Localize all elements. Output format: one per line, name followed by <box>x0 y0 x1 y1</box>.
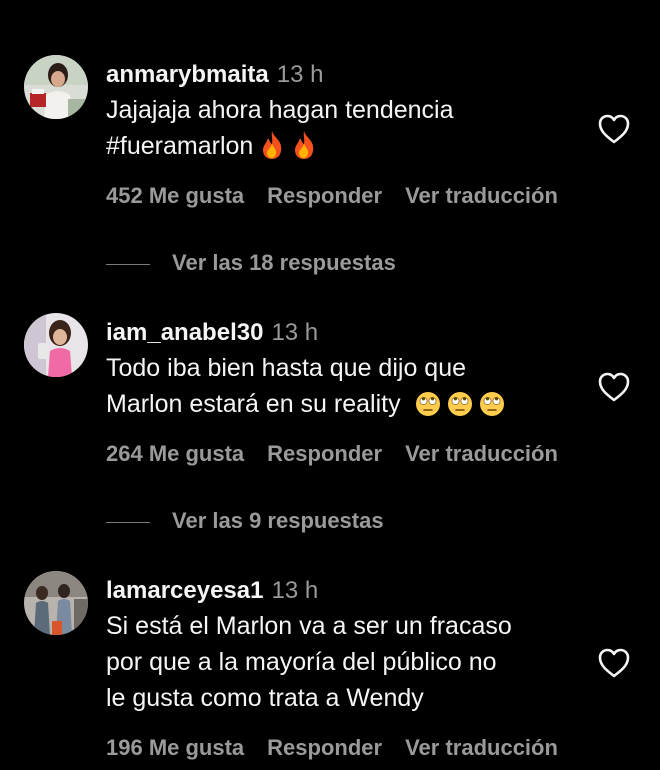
reply-button[interactable]: Responder <box>267 735 382 760</box>
likes-count[interactable]: 264 Me gusta <box>106 441 244 466</box>
see-translation-button[interactable]: Ver traducción <box>405 735 558 760</box>
comment-username[interactable]: iam_anabel30 <box>106 319 263 346</box>
avatar[interactable] <box>24 313 88 377</box>
see-translation-button[interactable]: Ver traducción <box>405 183 558 208</box>
comment-text: Si está el Marlon va a ser un fracaso po… <box>106 612 512 712</box>
rolling-eyes-emoji-icon <box>479 388 505 418</box>
previous-comment-fragment <box>130 0 270 2</box>
fire-emoji-icon <box>291 130 317 160</box>
comment-timestamp: 13 h <box>271 319 319 346</box>
rolling-eyes-emoji-icon <box>447 388 473 418</box>
reply-button[interactable]: Responder <box>267 441 382 466</box>
comment-timestamp: 13 h <box>276 61 324 88</box>
comment-timestamp: 13 h <box>271 577 319 604</box>
comment-username[interactable]: lamarceyesa1 <box>106 577 263 604</box>
avatar[interactable] <box>24 571 88 635</box>
rolling-eyes-emoji-icon <box>415 388 441 418</box>
heart-outline-icon[interactable] <box>596 369 632 405</box>
comment-username[interactable]: anmarybmaita <box>106 61 269 88</box>
hashtag-link[interactable]: #fueramarlon <box>106 132 253 160</box>
view-replies-button[interactable]: Ver las 9 respuestas <box>106 506 384 536</box>
see-translation-button[interactable]: Ver traducción <box>405 441 558 466</box>
likes-count[interactable]: 452 Me gusta <box>106 183 244 208</box>
replies-divider <box>106 263 150 265</box>
fire-emoji-icon <box>259 130 285 160</box>
comment-text: Jajajaja ahora hagan tendencia #fueramar… <box>106 96 454 160</box>
avatar[interactable] <box>24 55 88 119</box>
likes-count[interactable]: 196 Me gusta <box>106 735 244 760</box>
heart-outline-icon[interactable] <box>596 111 632 147</box>
view-replies-button[interactable]: Ver las 18 respuestas <box>106 248 396 278</box>
heart-outline-icon[interactable] <box>596 645 632 681</box>
comment-text: Todo iba bien hasta que dijo que Marlon … <box>106 350 586 422</box>
replies-divider <box>106 521 150 523</box>
reply-button[interactable]: Responder <box>267 183 382 208</box>
